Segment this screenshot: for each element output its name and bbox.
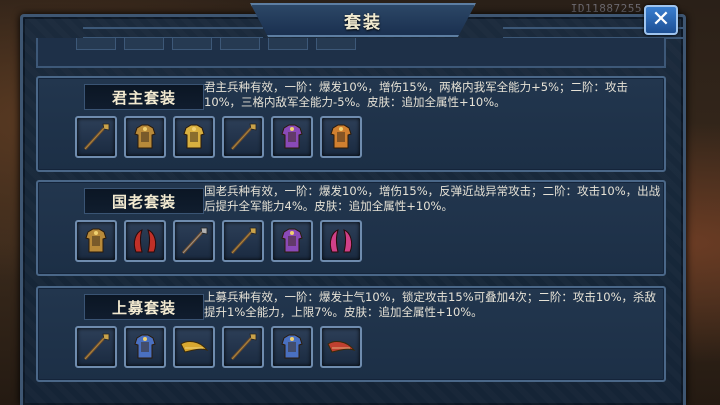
set-card-junzhu: 君主套装 君主兵种有效，一阶：爆发10%，增伤15%，两格内我军全能力+5%；二… <box>36 76 666 172</box>
set-card-shangmu: 上募套装 上募兵种有效，一阶：爆发士气10%，锁定攻击15%可叠加4次；二阶：攻… <box>36 286 666 382</box>
equipment-slot[interactable] <box>271 220 313 262</box>
purple-armor-icon <box>281 228 303 253</box>
purple-armor-icon <box>281 124 303 149</box>
equipment-slot[interactable] <box>124 116 166 158</box>
equipment-slot[interactable] <box>173 116 215 158</box>
equipment-slot[interactable] <box>222 116 264 158</box>
set-name-badge: 君主套装 <box>84 84 204 110</box>
equipment-slot[interactable] <box>320 116 362 158</box>
set-items <box>75 220 362 262</box>
blue-armor-icon <box>134 334 156 359</box>
blue-armor-icon <box>281 334 303 359</box>
set-name: 上募套装 <box>111 298 176 317</box>
set-description: 君主兵种有效，一阶：爆发10%，增伤15%，两格内我军全能力+5%；二阶：攻击1… <box>204 80 628 109</box>
spear-icon <box>83 123 110 151</box>
set-description: 国老兵种有效，一阶：爆发10%，增伤15%，反弹近战异常攻击；二阶：攻击10%，… <box>204 184 661 213</box>
pink-horns-icon <box>329 229 353 253</box>
set-name-badge: 上募套装 <box>84 294 204 320</box>
equipment-slot[interactable] <box>75 116 117 158</box>
set-name-badge: 国老套装 <box>84 188 204 214</box>
set-card-partial <box>36 38 666 68</box>
gold-armor-icon <box>183 124 205 149</box>
set-card-guolao: 国老套装 国老兵种有效，一阶：爆发10%，增伤15%，反弹近战异常攻击；二阶：攻… <box>36 180 666 276</box>
close-icon: ✕ <box>651 7 671 32</box>
armor-icon <box>134 124 156 149</box>
spear-icon <box>230 123 257 151</box>
equipment-slot[interactable] <box>271 326 313 368</box>
equipment-slot[interactable] <box>75 326 117 368</box>
dragon-horn-icon <box>327 341 356 353</box>
halberd-icon <box>230 227 257 255</box>
halberd-icon <box>181 227 208 255</box>
glaive-icon <box>230 333 257 361</box>
equipment-slot[interactable] <box>173 326 215 368</box>
equipment-slot[interactable] <box>124 220 166 262</box>
set-name: 君主套装 <box>111 88 176 107</box>
equipment-slot[interactable] <box>173 220 215 262</box>
equipment-slot[interactable] <box>320 326 362 368</box>
equipment-slot[interactable] <box>75 220 117 262</box>
equipment-slot[interactable] <box>222 326 264 368</box>
set-description: 上募兵种有效，一阶：爆发士气10%，锁定攻击15%可叠加4次；二阶：攻击10%，… <box>204 290 656 319</box>
equipment-slot[interactable] <box>271 116 313 158</box>
set-list[interactable]: 君主套装 君主兵种有效，一阶：爆发10%，增伤15%，两格内我军全能力+5%；二… <box>36 38 666 405</box>
armor-icon <box>85 228 107 253</box>
red-horns-icon <box>133 229 157 253</box>
equipment-slot[interactable] <box>124 326 166 368</box>
gold-armor-icon <box>330 124 352 149</box>
set-name: 国老套装 <box>111 192 176 211</box>
set-items <box>75 116 362 158</box>
close-button[interactable]: ✕ <box>644 5 678 35</box>
set-items <box>75 326 362 368</box>
equipment-slot[interactable] <box>222 220 264 262</box>
dialog-title: 套装 <box>344 12 382 33</box>
glaive-icon <box>83 333 110 361</box>
horn-icon <box>180 341 209 353</box>
dialog-title-plate: 套装 <box>250 3 476 37</box>
equipment-slot[interactable] <box>320 220 362 262</box>
